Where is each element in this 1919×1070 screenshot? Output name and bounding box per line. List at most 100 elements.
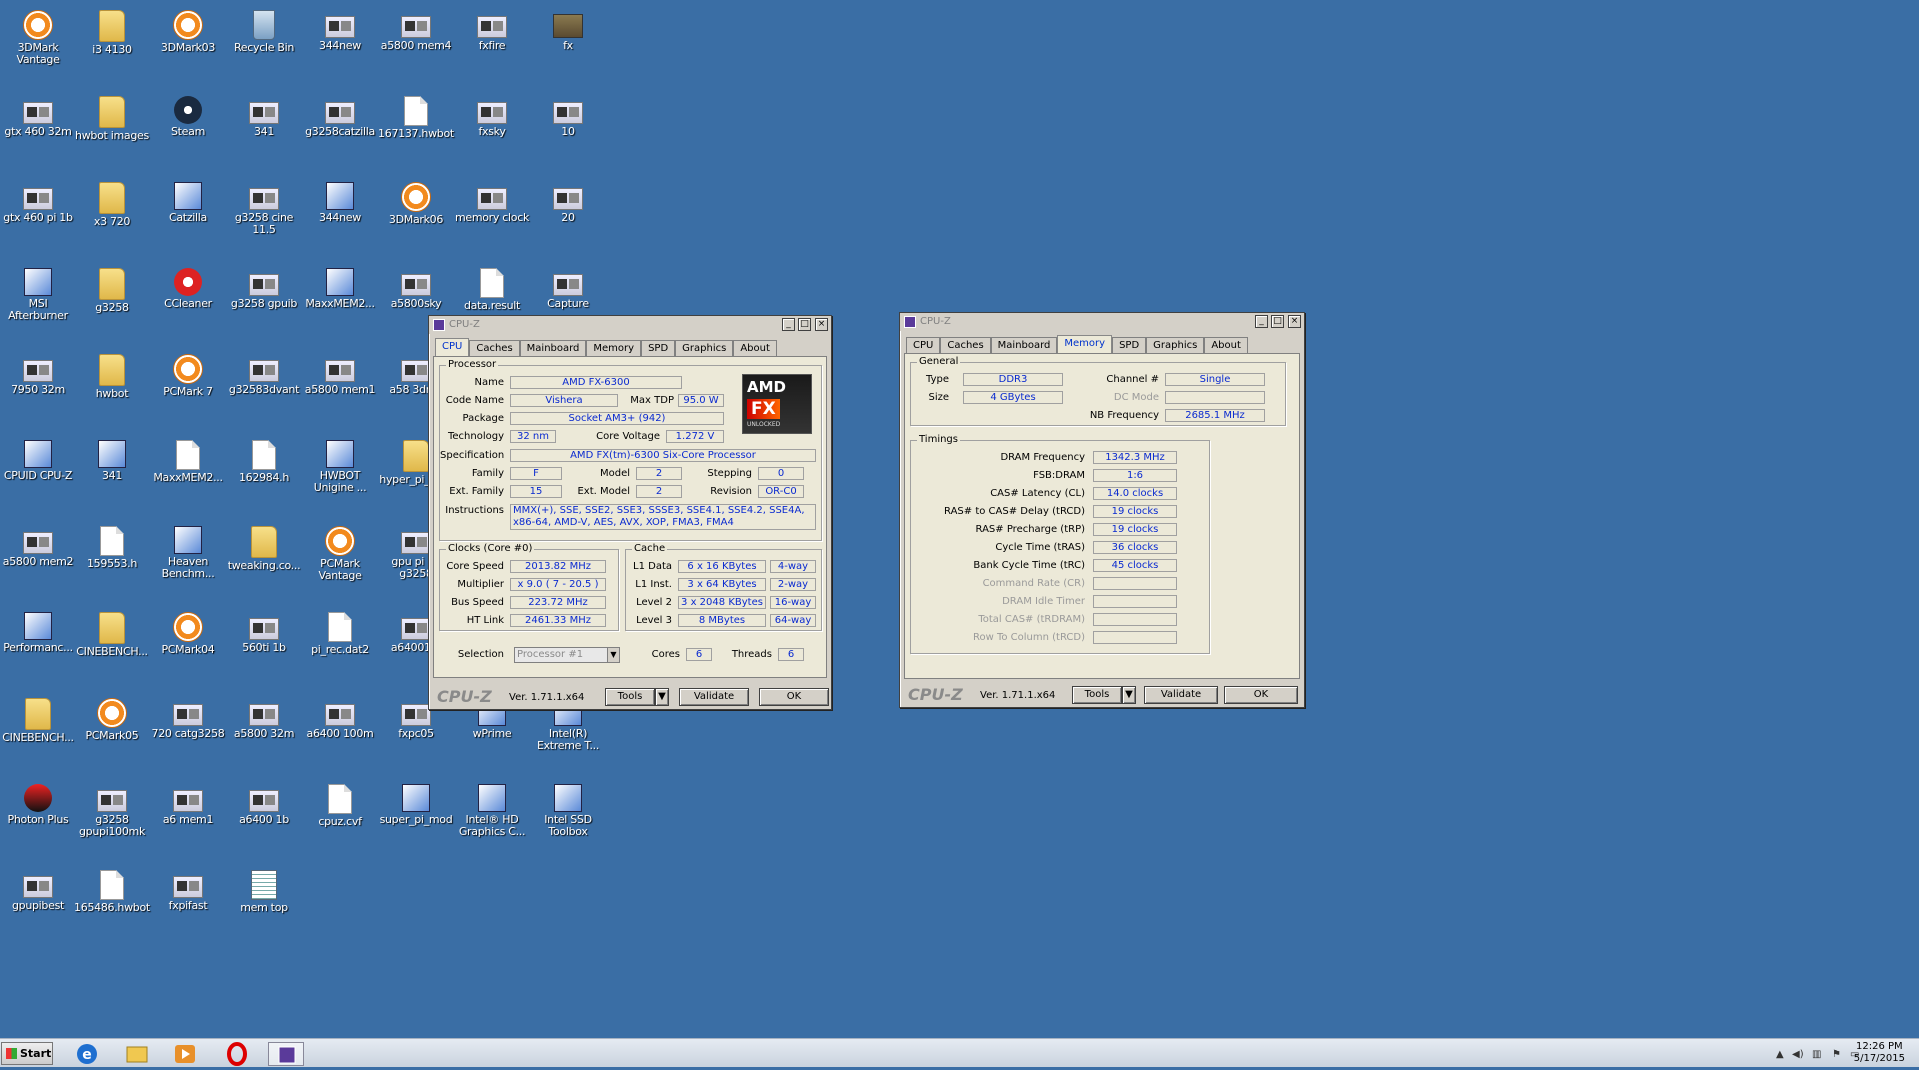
desktop-icon[interactable]: 20 [530, 176, 606, 224]
desktop-icon[interactable]: CCleaner [150, 262, 226, 310]
desktop-icon[interactable]: hwbot [74, 348, 150, 400]
desktop-icon[interactable]: Recycle Bin [226, 4, 302, 54]
show-hidden-icons-icon[interactable]: ▲ [1776, 1049, 1784, 1060]
desktop-icon[interactable]: Catzilla [150, 176, 226, 224]
desktop-icon[interactable]: gpupibest [0, 864, 76, 912]
tab-caches[interactable]: Caches [469, 340, 520, 356]
desktop-icon[interactable]: PCMark05 [74, 692, 150, 742]
desktop-icon[interactable]: 341 [74, 434, 150, 482]
desktop-icon[interactable]: hwbot images [74, 90, 150, 142]
internet-explorer-icon[interactable]: e [72, 1042, 102, 1066]
desktop-icon[interactable]: HWBOT Unigine ... [302, 434, 378, 494]
desktop-icon[interactable]: Performanc... [0, 606, 76, 654]
desktop-icon[interactable]: 167137.hwbot [378, 90, 454, 140]
title-bar[interactable]: CPU-Z _ □ × [429, 316, 831, 334]
desktop-icon[interactable]: Intel® HD Graphics C... [454, 778, 530, 838]
desktop-icon[interactable]: memory clock [454, 176, 530, 224]
desktop-icon[interactable]: CPUID CPU-Z [0, 434, 76, 482]
minimize-button[interactable]: _ [1255, 315, 1268, 328]
validate-button[interactable]: Validate [679, 688, 749, 706]
tab-graphics[interactable]: Graphics [675, 340, 734, 356]
desktop-icon[interactable]: 720 catg3258 [150, 692, 226, 740]
media-player-icon[interactable] [170, 1042, 200, 1066]
desktop-icon[interactable]: Heaven Benchm... [150, 520, 226, 580]
start-button[interactable]: Start [1, 1042, 53, 1065]
ok-button[interactable]: OK [759, 688, 829, 706]
tab-graphics[interactable]: Graphics [1146, 337, 1205, 353]
desktop-icon[interactable]: a5800 mem1 [302, 348, 378, 396]
desktop-icon[interactable]: PCMark Vantage [302, 520, 378, 582]
opera-icon[interactable] [222, 1042, 252, 1066]
desktop-icon[interactable]: g3258 cine 11.5 [226, 176, 302, 236]
tools-dropdown-button[interactable]: ▼ [655, 688, 669, 706]
processor-select[interactable]: Processor #1 ▼ [514, 647, 620, 663]
maximize-button[interactable]: □ [798, 318, 811, 331]
desktop-icon[interactable]: CINEBENCH... [0, 692, 76, 744]
tools-dropdown-button[interactable]: ▼ [1122, 686, 1136, 704]
desktop-icon[interactable]: pi_rec.dat2 [302, 606, 378, 656]
desktop-icon[interactable]: g3258 gpuib [226, 262, 302, 310]
tab-memory[interactable]: Memory [1057, 335, 1113, 354]
cpu-z-taskbar-icon[interactable] [268, 1042, 304, 1066]
desktop-icon[interactable]: PCMark 7 [150, 348, 226, 398]
tab-memory[interactable]: Memory [586, 340, 642, 356]
tab-about[interactable]: About [733, 340, 777, 356]
tab-spd[interactable]: SPD [1112, 337, 1147, 353]
desktop-icon[interactable]: a5800 32m [226, 692, 302, 740]
desktop-icon[interactable]: 159553.h [74, 520, 150, 570]
tab-cpu[interactable]: CPU [906, 337, 941, 353]
tab-caches[interactable]: Caches [940, 337, 991, 353]
desktop-icon[interactable]: g3258 [74, 262, 150, 314]
desktop-icon[interactable]: 165486.hwbot [74, 864, 150, 914]
desktop-icon[interactable]: Intel SSD Toolbox [530, 778, 606, 838]
desktop-icon[interactable]: mem top [226, 864, 302, 914]
desktop-icon[interactable]: 3DMark Vantage [0, 4, 76, 66]
tab-mainboard[interactable]: Mainboard [990, 337, 1058, 353]
desktop-icon[interactable]: 162984.h [226, 434, 302, 484]
desktop-icon[interactable]: x3 720 [74, 176, 150, 228]
desktop-icon[interactable]: Steam [150, 90, 226, 138]
title-bar[interactable]: CPU-Z _ □ × [900, 313, 1304, 331]
explorer-icon[interactable] [122, 1042, 152, 1066]
desktop-icon[interactable]: 7950 32m [0, 348, 76, 396]
close-button[interactable]: × [1288, 315, 1301, 328]
desktop-icon[interactable]: 344new [302, 176, 378, 224]
validate-button[interactable]: Validate [1144, 686, 1218, 704]
maximize-button[interactable]: □ [1271, 315, 1284, 328]
action-center-flag-icon[interactable]: ⚑ [1832, 1049, 1841, 1060]
desktop-icon[interactable]: 3DMark06 [378, 176, 454, 226]
desktop-icon[interactable]: MaxxMEM2... [302, 262, 378, 310]
desktop-icon[interactable]: CINEBENCH... [74, 606, 150, 658]
desktop-icon[interactable]: tweaking.co... [226, 520, 302, 572]
desktop-icon[interactable]: gtx 460 pi 1b [0, 176, 76, 224]
desktop-icon[interactable]: MSI Afterburner [0, 262, 76, 322]
network-icon[interactable]: ▥ [1812, 1049, 1821, 1060]
desktop-icon[interactable]: MaxxMEM2... [150, 434, 226, 484]
desktop-icon[interactable]: 341 [226, 90, 302, 138]
desktop-icon[interactable]: cpuz.cvf [302, 778, 378, 828]
desktop-icon[interactable]: fxfire [454, 4, 530, 52]
tab-about[interactable]: About [1204, 337, 1248, 353]
desktop-icon[interactable]: fxsky [454, 90, 530, 138]
desktop-icon[interactable]: data.result [454, 262, 530, 312]
desktop-icon[interactable]: a5800sky [378, 262, 454, 310]
desktop-icon[interactable]: 10 [530, 90, 606, 138]
tools-button[interactable]: Tools [1072, 686, 1122, 704]
clock[interactable]: 12:26 PM 5/17/2015 [1854, 1041, 1905, 1065]
desktop-icon[interactable]: super_pi_mod [378, 778, 454, 826]
desktop-icon[interactable]: a6400 1b [226, 778, 302, 826]
tab-spd[interactable]: SPD [641, 340, 676, 356]
desktop-icon[interactable]: Capture [530, 262, 606, 310]
desktop-icon[interactable]: Photon Plus [0, 778, 76, 826]
desktop-icon[interactable]: i3 4130 [74, 4, 150, 56]
desktop-icon[interactable]: fxpifast [150, 864, 226, 912]
desktop-icon[interactable]: a6400 100m [302, 692, 378, 740]
minimize-button[interactable]: _ [782, 318, 795, 331]
tools-button[interactable]: Tools [605, 688, 655, 706]
desktop-icon[interactable]: g3258 gpupi100mk [74, 778, 150, 838]
desktop-icon[interactable]: fx [530, 4, 606, 52]
desktop-icon[interactable]: 3DMark03 [150, 4, 226, 54]
desktop-icon[interactable]: g3258catzilla [302, 90, 378, 138]
desktop-icon[interactable]: a5800 mem4 [378, 4, 454, 52]
desktop-icon[interactable]: g32583dvant [226, 348, 302, 396]
